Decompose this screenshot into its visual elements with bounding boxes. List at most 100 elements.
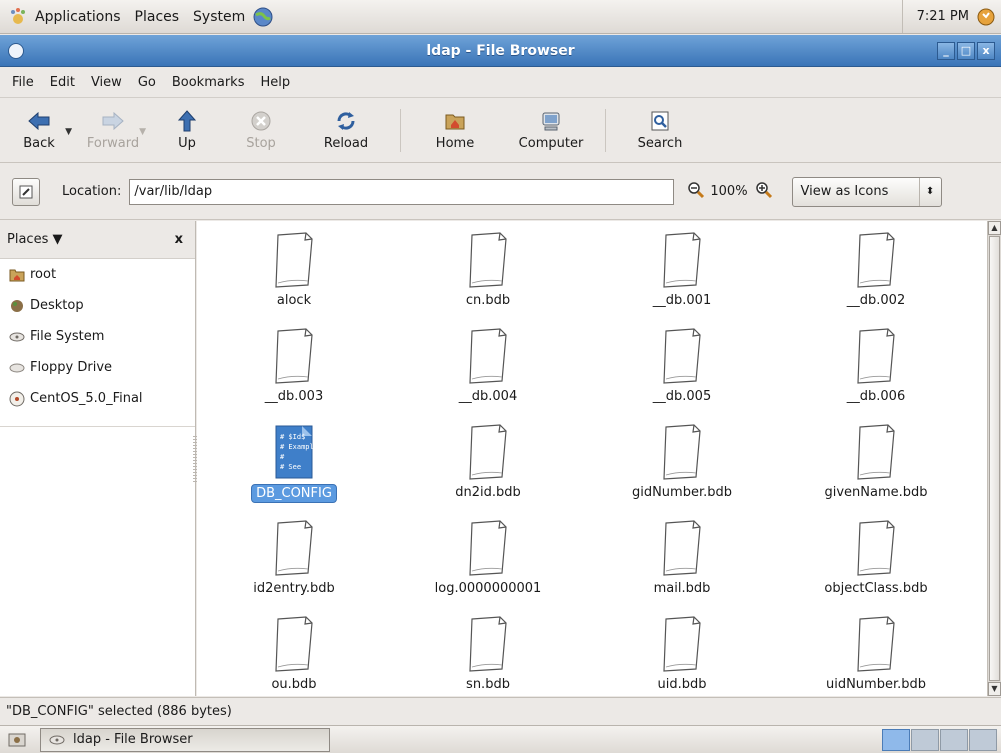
menu-file[interactable]: File <box>4 75 42 90</box>
file-name: objectClass.bdb <box>824 581 928 596</box>
panel-tray: 7:21 PM <box>901 0 1001 33</box>
stop-icon <box>249 110 273 132</box>
file-item[interactable]: log.0000000001 <box>391 513 585 609</box>
toolbar: Back ▼ Forward ▼ Up Stop Reload Home Com… <box>0 99 1001 163</box>
workspace-switcher <box>882 728 997 751</box>
location-input[interactable] <box>129 178 675 205</box>
blank-document-icon <box>658 417 706 481</box>
home-button[interactable]: Home <box>407 99 503 162</box>
blank-document-icon <box>852 225 900 289</box>
blank-document-icon <box>464 225 512 289</box>
file-item[interactable]: __db.006 <box>779 321 973 417</box>
file-item[interactable]: __db.004 <box>391 321 585 417</box>
stop-button[interactable]: Stop <box>224 99 298 162</box>
back-history-dropdown-icon[interactable]: ▼ <box>65 127 72 137</box>
file-item[interactable]: gidNumber.bdb <box>585 417 779 513</box>
scroll-down-button[interactable]: ▼ <box>988 682 1001 696</box>
search-button[interactable]: Search <box>612 99 708 162</box>
file-item[interactable]: givenName.bdb <box>779 417 973 513</box>
file-item[interactable]: sn.bdb <box>391 609 585 696</box>
sidebar-item-cdrom[interactable]: CentOS_5.0_Final <box>0 383 195 414</box>
window-menu-icon[interactable] <box>8 43 24 59</box>
reload-button[interactable]: Reload <box>298 99 394 162</box>
file-item[interactable]: objectClass.bdb <box>779 513 973 609</box>
toolbar-separator-2 <box>605 109 606 152</box>
file-name: __db.003 <box>264 389 324 404</box>
workspace-2[interactable] <box>911 728 939 751</box>
computer-button[interactable]: Computer <box>503 99 599 162</box>
applications-menu[interactable]: Applications <box>28 9 128 25</box>
close-button[interactable]: x <box>977 42 995 60</box>
menu-edit[interactable]: Edit <box>42 75 83 90</box>
blank-document-icon <box>852 417 900 481</box>
clock[interactable]: 7:21 PM <box>917 9 969 24</box>
show-desktop-button[interactable] <box>6 729 28 751</box>
file-icon-view: alock cn.bdb __db.001 __db.002 __db.003 __db.… <box>197 221 987 696</box>
file-name: givenName.bdb <box>824 485 928 500</box>
workspace-3[interactable] <box>940 728 968 751</box>
svg-text:# Example: # Example <box>280 443 316 451</box>
status-bar: "DB_CONFIG" selected (886 bytes) <box>0 697 1001 724</box>
blank-document-icon <box>270 225 318 289</box>
file-item[interactable]: cn.bdb <box>391 225 585 321</box>
file-name: dn2id.bdb <box>455 485 521 500</box>
file-item[interactable]: uidNumber.bdb <box>779 609 973 696</box>
blank-document-icon <box>270 609 318 673</box>
zoom-out-icon[interactable] <box>686 180 706 204</box>
file-item[interactable]: # $Id$ # Example # # See DB_CONFIG <box>197 417 391 513</box>
file-item[interactable]: alock <box>197 225 391 321</box>
file-item[interactable]: id2entry.bdb <box>197 513 391 609</box>
forward-history-dropdown-icon[interactable]: ▼ <box>139 127 146 137</box>
scroll-thumb[interactable] <box>989 236 1000 681</box>
vertical-scrollbar[interactable]: ▲ ▼ <box>987 221 1001 696</box>
menu-view[interactable]: View <box>83 75 130 90</box>
view-mode-select[interactable]: View as Icons ⬍ <box>791 176 942 207</box>
file-item[interactable]: __db.001 <box>585 225 779 321</box>
sidebar-close-button[interactable]: x <box>175 232 183 247</box>
file-item[interactable]: __db.003 <box>197 321 391 417</box>
zoom-in-icon[interactable] <box>754 180 774 204</box>
window-controls: _ □ x <box>937 42 995 60</box>
web-browser-icon[interactable] <box>252 6 274 28</box>
system-menu[interactable]: System <box>186 9 252 25</box>
file-name: __db.005 <box>652 389 712 404</box>
window-titlebar[interactable]: ldap - File Browser _ □ x <box>0 35 1001 67</box>
blank-document-icon <box>852 513 900 577</box>
file-item[interactable]: __db.005 <box>585 321 779 417</box>
sidebar-item-root[interactable]: root <box>0 259 195 290</box>
taskbar-window-button[interactable]: ldap - File Browser <box>40 727 330 752</box>
menubar: File Edit View Go Bookmarks Help <box>0 68 1001 98</box>
menu-bookmarks[interactable]: Bookmarks <box>164 75 253 90</box>
edit-pencil-icon <box>19 185 33 198</box>
sidebar-item-file-system[interactable]: File System <box>0 321 195 352</box>
file-item[interactable]: __db.002 <box>779 225 973 321</box>
forward-button[interactable]: Forward ▼ <box>76 99 150 162</box>
maximize-button[interactable]: □ <box>957 42 975 60</box>
file-browser-icon <box>49 735 65 744</box>
back-button[interactable]: Back ▼ <box>2 99 76 162</box>
volume-icon[interactable] <box>977 8 995 26</box>
menu-go[interactable]: Go <box>130 75 164 90</box>
computer-icon <box>539 110 563 132</box>
reload-icon <box>334 110 358 132</box>
workspace-4[interactable] <box>969 728 997 751</box>
menu-help[interactable]: Help <box>252 75 298 90</box>
status-text: "DB_CONFIG" selected (886 bytes) <box>6 703 232 719</box>
sidebar-type-select[interactable]: Places ▼ <box>7 232 62 247</box>
zoom-level[interactable]: 100% <box>710 184 747 199</box>
bottom-panel: ldap - File Browser <box>0 725 1001 753</box>
minimize-button[interactable]: _ <box>937 42 955 60</box>
scroll-up-button[interactable]: ▲ <box>988 221 1001 235</box>
file-item[interactable]: uid.bdb <box>585 609 779 696</box>
location-edit-toggle[interactable] <box>12 177 40 206</box>
file-item[interactable]: mail.bdb <box>585 513 779 609</box>
file-name: __db.004 <box>458 389 518 404</box>
sidebar-item-floppy-drive[interactable]: Floppy Drive <box>0 352 195 383</box>
file-item[interactable]: ou.bdb <box>197 609 391 696</box>
file-item[interactable]: dn2id.bdb <box>391 417 585 513</box>
file-name: gidNumber.bdb <box>631 485 733 500</box>
up-button[interactable]: Up <box>150 99 224 162</box>
workspace-1[interactable] <box>882 728 910 751</box>
sidebar-item-desktop[interactable]: Desktop <box>0 290 195 321</box>
places-menu[interactable]: Places <box>128 9 187 25</box>
